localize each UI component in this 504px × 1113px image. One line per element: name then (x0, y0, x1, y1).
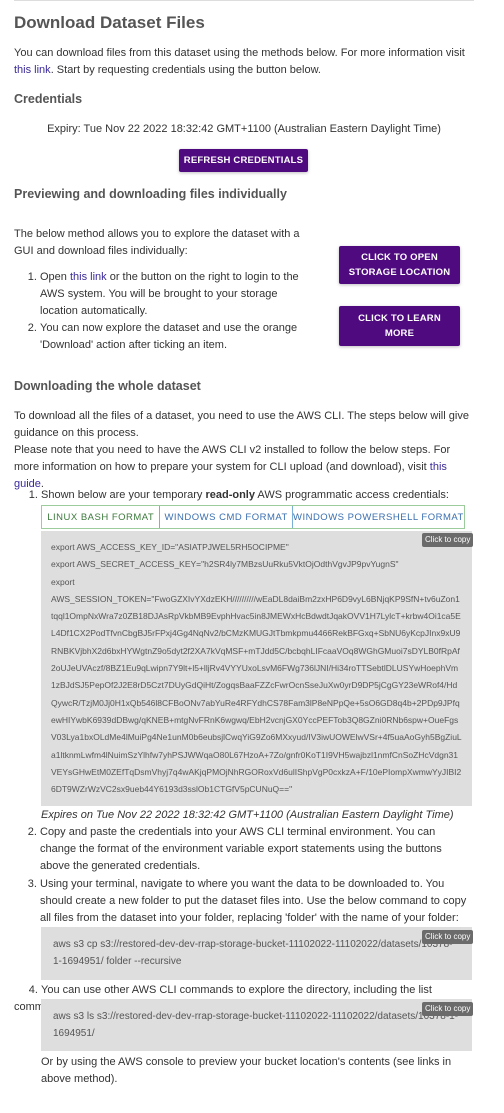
whole-step-2: Copy and paste the credentials into your… (40, 824, 474, 875)
credentials-expiry: Expiry: Tue Nov 22 2022 18:32:42 GMT+110… (47, 123, 441, 135)
whole-para-2-start: Please note that you need to have the AW… (14, 444, 451, 473)
open-storage-button[interactable]: Click to Open Storage Location (339, 246, 460, 284)
tab-windows-cmd[interactable]: Windows CMD Format (159, 506, 291, 528)
intro-link[interactable]: this link (14, 64, 51, 76)
tab-windows-cmd-label: Windows CMD Format (164, 511, 288, 523)
preview-heading: Previewing and downloading files individ… (14, 187, 287, 201)
preview-step-1: Open this link or the button on the righ… (40, 269, 304, 320)
credential-format-tabs: Linux Bash Format Windows CMD Format Win… (41, 505, 465, 529)
whole-para-1: To download all the files of a dataset, … (14, 410, 469, 439)
step-number: 1. (28, 489, 41, 501)
list-command-text: aws s3 ls s3://restored-dev-dev-rrap-sto… (53, 1011, 459, 1039)
credentials-expires: Expires on Tue Nov 22 2022 18:32:42 GMT+… (41, 809, 454, 821)
whole-step-3: Using your terminal, navigate to where y… (40, 876, 474, 927)
preview-step-2: You can now explore the dataset and use … (40, 320, 304, 354)
export-line: export (51, 576, 75, 587)
copy-command-text: aws s3 cp s3://restored-dev-dev-rrap-sto… (53, 939, 453, 967)
tab-linux-bash[interactable]: Linux Bash Format (42, 506, 159, 528)
credentials-code-block: export AWS_ACCESS_KEY_ID="ASIATPJWEL5RH5… (41, 531, 472, 806)
tab-windows-powershell[interactable]: Windows Powershell Format (291, 506, 464, 528)
copy-command-button[interactable]: Click to copy (422, 930, 474, 944)
list-command-block: aws s3 ls s3://restored-dev-dev-rrap-sto… (41, 999, 472, 1051)
outro-text: Or by using the AWS console to preview y… (41, 1056, 452, 1085)
preview-steps: Open this link or the button on the righ… (14, 269, 304, 354)
learn-more-button[interactable]: Click to Learn More (339, 306, 460, 346)
download-steps: Copy and paste the credentials into your… (14, 824, 474, 927)
intro-text: You can download files from this dataset… (14, 45, 474, 79)
refresh-credentials-button[interactable]: Refresh Credentials (179, 149, 308, 172)
whole-dataset-heading: Downloading the whole dataset (14, 379, 201, 393)
read-only-label: read-only (205, 489, 255, 501)
secret-key-line: export AWS_SECRET_ACCESS_KEY="h2SR4ly7MB… (51, 559, 399, 570)
tab-windows-powershell-label: Windows Powershell Format (292, 511, 464, 523)
page-title: Download Dataset Files (14, 13, 205, 32)
intro-text-end: . Start by requesting credentials using … (50, 64, 321, 76)
copy-credentials-button[interactable]: Click to copy (422, 533, 474, 547)
preview-description: The below method allows you to explore t… (14, 228, 300, 257)
copy-command-block: aws s3 cp s3://restored-dev-dev-rrap-sto… (41, 927, 472, 980)
top-divider (14, 0, 474, 1)
credentials-heading: Credentials (14, 92, 83, 106)
whole-step-1-end: AWS programmatic access credentials: (254, 489, 449, 501)
intro-text-start: You can download files from this dataset… (14, 47, 465, 59)
copy-list-command-button[interactable]: Click to copy (422, 1002, 474, 1016)
whole-step-1-start: Shown below are your temporary (41, 489, 206, 501)
tab-linux-bash-label: Linux Bash Format (47, 511, 155, 523)
storage-link[interactable]: this link (70, 271, 107, 283)
step-number: 4. (28, 984, 41, 996)
session-token-line: AWS_SESSION_TOKEN="FwoGZXIvYXdzEKH//////… (51, 593, 462, 795)
access-key-line: export AWS_ACCESS_KEY_ID="ASIATPJWEL5RH5… (51, 542, 289, 552)
preview-step-1-open: Open (40, 271, 70, 283)
whole-para-2: Please note that you need to have the AW… (14, 442, 474, 493)
whole-step-1: 1. Shown below are your temporary read-o… (14, 487, 474, 504)
